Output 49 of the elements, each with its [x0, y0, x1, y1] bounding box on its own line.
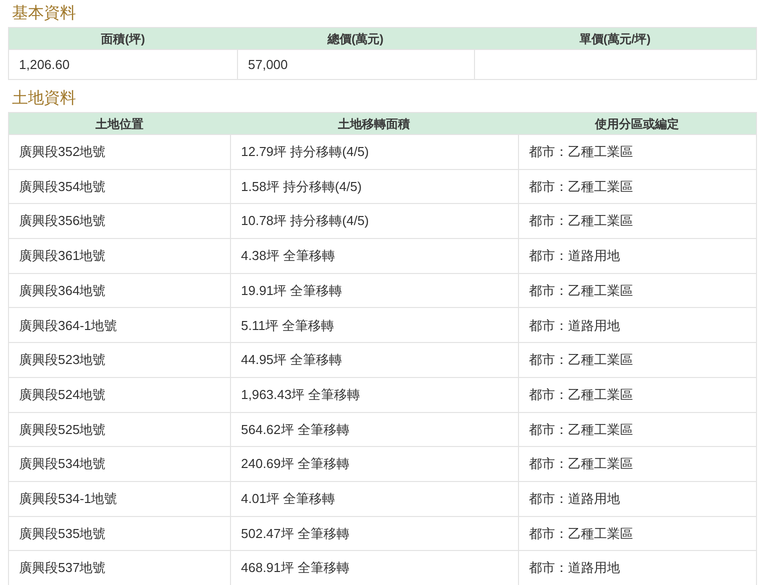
- table-cell-text: 10.78坪 持分移轉(4/5): [241, 212, 369, 230]
- table-cell-text: 都市：乙種工業區: [529, 212, 633, 230]
- table-cell-text: 4.01坪 全筆移轉: [241, 490, 335, 508]
- table-cell-text: 1,206.60: [19, 56, 70, 74]
- table-cell-text: 廣興段524地號: [19, 386, 106, 404]
- table-cell-text: 廣興段364-1地號: [19, 316, 118, 335]
- column-header: 總價(萬元): [326, 30, 384, 48]
- table-cell-text: 564.62坪 全筆移轉: [241, 420, 350, 439]
- table-cell-text: 都市：乙種工業區: [529, 386, 633, 404]
- table-cell-text: 4.38坪 全筆移轉: [241, 247, 335, 266]
- table-cell-text: 5.11坪 全筆移轉: [241, 316, 334, 335]
- column-header: 土地移轉面積: [337, 116, 411, 132]
- table-cell-text: 廣興段535地號: [19, 524, 106, 543]
- table-cell-text: 都市：道路用地: [529, 316, 620, 335]
- section-title: 基本資料: [11, 4, 77, 24]
- table-cell-text: 廣興段356地號: [19, 212, 106, 230]
- table-cell-text: 都市：乙種工業區: [529, 143, 633, 162]
- table-cell-text: 468.91坪 全筆移轉: [241, 559, 350, 578]
- column-header: 土地位置: [94, 116, 144, 132]
- table-cell-text: 44.95坪 全筆移轉: [241, 351, 342, 370]
- table-cell-text: 都市：乙種工業區: [529, 455, 633, 474]
- table-cell-text: 都市：乙種工業區: [529, 282, 633, 300]
- table-cell-text: 廣興段361地號: [19, 247, 106, 266]
- table-cell-text: 都市：乙種工業區: [529, 420, 633, 439]
- table-cell-text: 廣興段534地號: [19, 455, 106, 474]
- table-cell-text: 廣興段525地號: [19, 420, 106, 439]
- section-title: 土地資料: [11, 88, 77, 109]
- table-cell-text: 廣興段523地號: [19, 351, 106, 370]
- table-cell-text: 廣興段534-1地號: [19, 490, 118, 508]
- table-cell-text: 廣興段354地號: [19, 178, 106, 196]
- table-cell-text: 都市：道路用地: [529, 247, 620, 266]
- table-cell-text: 12.79坪 持分移轉(4/5): [241, 143, 369, 162]
- column-header: 使用分區或編定: [594, 116, 680, 132]
- table-cell-text: 廣興段364地號: [19, 282, 106, 300]
- column-header: 單價(萬元/坪): [578, 30, 652, 48]
- table-cell-text: 19.91坪 全筆移轉: [241, 282, 342, 300]
- table-cell-text: 都市：乙種工業區: [529, 178, 633, 196]
- table-cell-text: 廣興段352地號: [19, 143, 106, 162]
- table-cell-text: 都市：乙種工業區: [529, 524, 633, 543]
- table-cell-text: 廣興段537地號: [19, 559, 106, 578]
- table-cell-text: 1,963.43坪 全筆移轉: [241, 386, 360, 404]
- column-header: 面積(坪): [100, 30, 146, 48]
- table-cell-text: 502.47坪 全筆移轉: [241, 524, 350, 543]
- table-cell-text: 57,000: [248, 56, 288, 74]
- table-cell-text: 都市：道路用地: [529, 490, 620, 508]
- table-cell-text: 都市：道路用地: [529, 559, 620, 578]
- table-cell-text: 240.69坪 全筆移轉: [241, 455, 350, 474]
- table-cell-text: 都市：乙種工業區: [529, 351, 633, 370]
- table-cell-text: 1.58坪 持分移轉(4/5): [241, 178, 362, 196]
